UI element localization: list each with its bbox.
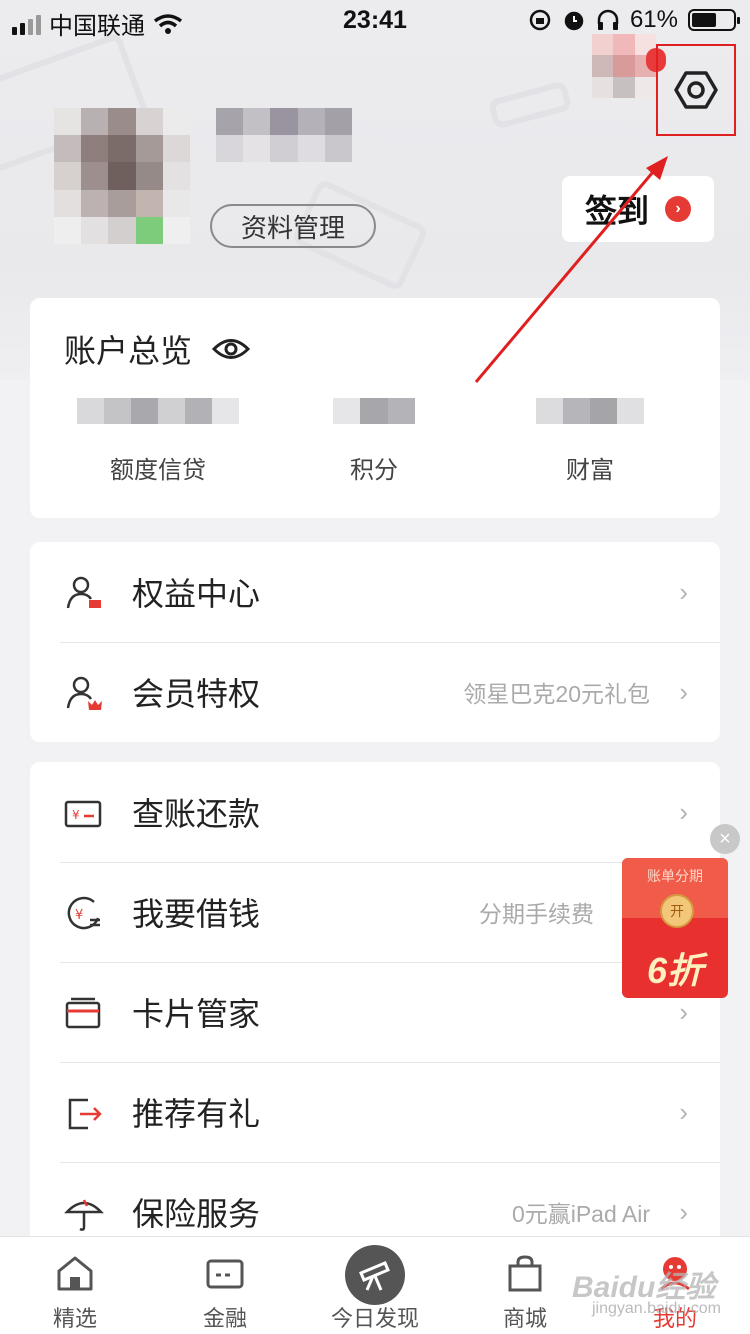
tab-label: 精选 [52,1306,97,1331]
menu-subtext: 领星巴克20元礼包 [463,681,650,707]
menu-subtext: 分期手续费 [479,901,594,927]
overview-label: 积分 [350,457,398,484]
menu-label: 权益中心 [132,576,261,612]
tab-featured[interactable]: 精选 [0,1237,150,1334]
services-menu-card: ¥ 查账还款 › ¥ 我要借钱 分期手续费 › 卡片管家 › 推荐有礼 [30,762,720,1262]
benefits-menu-card: 权益中心 › 会员特权 领星巴克20元礼包 › [30,542,720,742]
annotation-arrow [474,156,668,383]
menu-label: 会员特权 [132,676,261,712]
telescope-icon [359,1261,390,1291]
installment-promo-banner[interactable]: 账单分期 开 6折 [622,858,728,998]
tab-label: 今日发现 [330,1306,419,1331]
card-tab-icon [206,1259,244,1289]
coin-icon: 开 [660,894,694,928]
menu-item-bill-repayment[interactable]: ¥ 查账还款 › [30,762,720,862]
menu-label: 推荐有礼 [132,1096,261,1132]
menu-item-borrow-money[interactable]: ¥ 我要借钱 分期手续费 › [30,862,720,962]
promo-close-button[interactable]: × [710,824,740,854]
card-icon [65,997,101,1029]
home-icon [57,1256,93,1291]
wealth-value-mosaic [536,398,644,424]
menu-label: 卡片管家 [132,996,261,1032]
overview-label: 额度信贷 [110,457,206,484]
overview-points[interactable]: 积分 [274,398,474,485]
menu-subtext: 0元赢iPad Air [511,1201,650,1227]
overview-label: 财富 [566,457,614,484]
watermark-url: jingyan.baidu.com [592,1300,721,1317]
credit-value-mosaic [77,398,239,424]
close-icon: × [719,827,731,850]
overview-wealth[interactable]: 财富 [490,398,690,485]
chevron-right-icon: › [679,576,688,607]
bag-icon [508,1255,542,1292]
chevron-right-icon: › [679,1096,688,1127]
chevron-right-icon: › [679,676,688,707]
user-crown-icon [66,676,102,710]
svg-text:¥: ¥ [72,808,80,822]
bill-card-icon: ¥ [64,800,102,828]
menu-item-member-privileges[interactable]: 会员特权 领星巴克20元礼包 › [30,642,720,742]
umbrella-icon [64,1199,104,1231]
tab-finance[interactable]: 金融 [150,1237,300,1334]
menu-item-card-manager[interactable]: 卡片管家 › [30,962,720,1062]
tab-label: 金融 [202,1306,247,1331]
overview-credit[interactable]: 额度信贷 [58,398,258,485]
menu-item-referral-gift[interactable]: 推荐有礼 › [30,1062,720,1162]
chevron-right-icon: › [679,796,688,827]
user-card-icon [66,576,101,609]
menu-label: 保险服务 [132,1196,261,1232]
chevron-right-icon: › [679,1196,688,1227]
promo-title: 账单分期 [647,868,703,884]
promo-discount: 6折 [646,950,704,991]
menu-item-benefits-center[interactable]: 权益中心 › [30,542,720,642]
menu-label: 查账还款 [132,796,261,832]
svg-text:¥: ¥ [75,908,83,923]
points-value-mosaic [333,398,415,424]
chevron-right-icon: › [679,996,688,1027]
loan-icon: ¥ [67,896,100,930]
share-exit-icon [68,1098,102,1130]
menu-label: 我要借钱 [132,896,261,932]
tab-discover[interactable]: 今日发现 [300,1237,450,1334]
